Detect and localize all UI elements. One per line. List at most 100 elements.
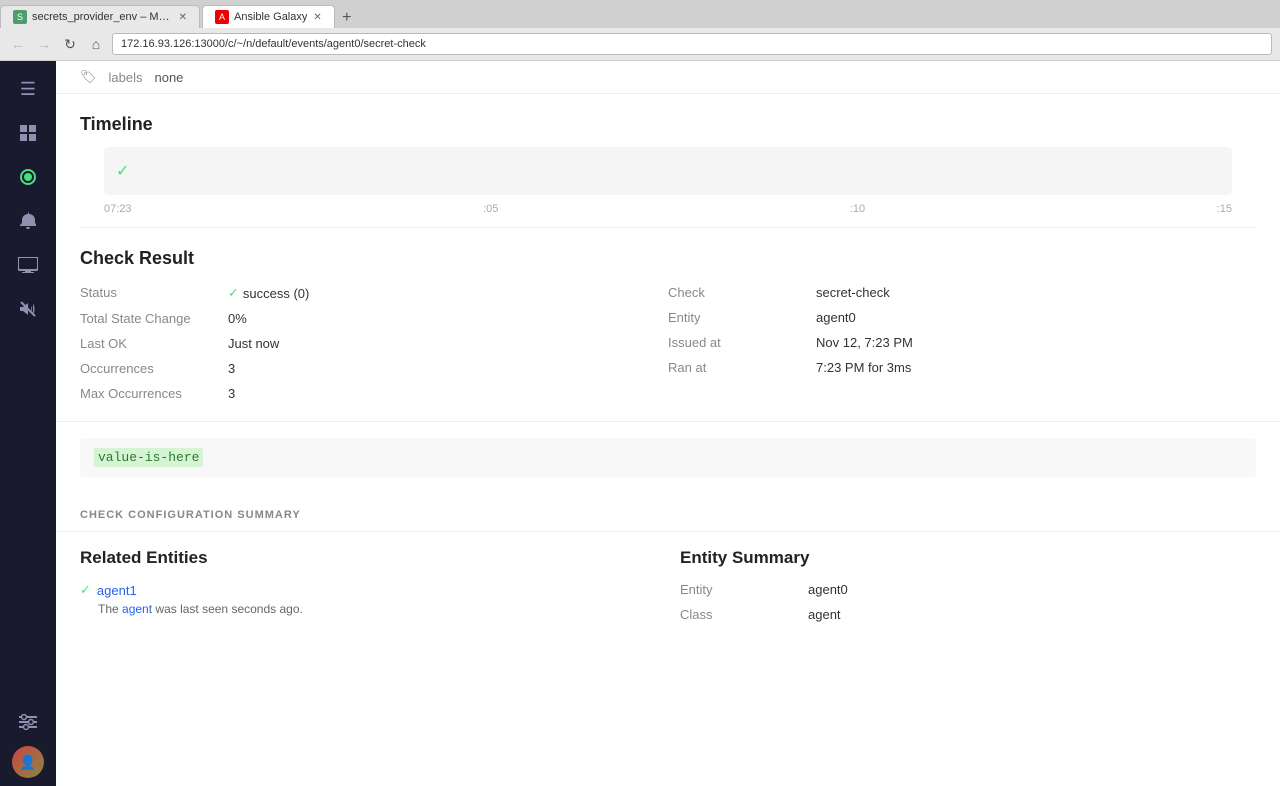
sensu-favicon: S xyxy=(13,10,27,24)
state-change-label: Total State Change xyxy=(80,311,220,326)
timeline-section: Timeline ✓ 07:23 :05 :10 :15 xyxy=(56,94,1280,228)
result-right-col: Check secret-check Entity agent0 Issued … xyxy=(668,285,1256,401)
entity-row: Entity agent0 xyxy=(668,310,1256,325)
entity-desc-prefix: The xyxy=(98,602,119,616)
check-value: secret-check xyxy=(816,285,890,300)
status-icon: ✓ xyxy=(228,285,239,301)
sidebar: ☰ 👤 xyxy=(0,61,56,786)
back-button[interactable]: ← xyxy=(8,34,28,54)
tick-row: 07:23 :05 :10 :15 xyxy=(104,199,1232,215)
monitor-icon[interactable] xyxy=(8,245,48,285)
sliders-icon[interactable] xyxy=(8,702,48,742)
home-button[interactable]: ⌂ xyxy=(86,34,106,54)
mute-icon[interactable] xyxy=(8,289,48,329)
menu-icon[interactable]: ☰ xyxy=(8,69,48,109)
status-value: ✓ success (0) xyxy=(228,285,309,301)
tab-sensu-close[interactable]: ✕ xyxy=(179,12,187,23)
labels-icon: 🏷 xyxy=(80,69,97,85)
issued-at-value: Nov 12, 7:23 PM xyxy=(816,335,913,350)
status-row: Status ✓ success (0) xyxy=(80,285,668,301)
tick-10: :10 xyxy=(850,203,865,215)
bottom-panels: Related Entities ✓ agent1 The agent was … xyxy=(56,532,1280,648)
occurrences-label: Occurrences xyxy=(80,361,220,376)
entity-summary-entity-value: agent0 xyxy=(808,582,848,597)
occurrences-row: Occurrences 3 xyxy=(80,361,668,376)
bell-icon[interactable] xyxy=(8,201,48,241)
entity-summary-class-label: Class xyxy=(680,607,800,622)
tick-05: :05 xyxy=(483,203,498,215)
occurrences-value: 3 xyxy=(228,361,235,376)
entity-description: The agent was last seen seconds ago. xyxy=(80,602,656,616)
tab-ansible[interactable]: A Ansible Galaxy ✕ xyxy=(202,5,335,28)
state-change-value: 0% xyxy=(228,311,247,326)
check-label: Check xyxy=(668,285,808,300)
output-box: value-is-here xyxy=(80,438,1256,477)
entity-summary-title: Entity Summary xyxy=(680,548,1256,568)
labels-value: none xyxy=(154,70,183,85)
last-ok-label: Last OK xyxy=(80,336,220,351)
main-content: 🏷 labels none Timeline ✓ 07:23 :05 :10 :… xyxy=(56,61,1280,786)
entity-summary-entity-label: Entity xyxy=(680,582,800,597)
entity-check-icon: ✓ xyxy=(80,582,91,598)
tab-ansible-close[interactable]: ✕ xyxy=(313,12,321,23)
related-entities-panel: Related Entities ✓ agent1 The agent was … xyxy=(80,532,656,648)
tab-sensu[interactable]: S secrets_provider_env – Manage Se... ✕ xyxy=(0,5,200,28)
check-result-title: Check Result xyxy=(80,248,1256,269)
labels-bar: 🏷 labels none xyxy=(56,61,1280,94)
entity-summary-entity-row: Entity agent0 xyxy=(680,582,1256,597)
state-change-row: Total State Change 0% xyxy=(80,311,668,326)
timeline-ticks: 07:23 :05 :10 :15 xyxy=(80,195,1256,228)
result-grid: Status ✓ success (0) Total State Change … xyxy=(80,285,1256,401)
entity-summary-class-value: agent xyxy=(808,607,841,622)
ansible-favicon: A xyxy=(215,10,229,24)
browser-tabs: S secrets_provider_env – Manage Se... ✕ … xyxy=(0,0,1280,28)
user-avatar[interactable]: 👤 xyxy=(12,746,44,778)
entity-label: Entity xyxy=(668,310,808,325)
max-occurrences-label: Max Occurrences xyxy=(80,386,220,401)
issued-at-row: Issued at Nov 12, 7:23 PM xyxy=(668,335,1256,350)
timeline-bar: ✓ xyxy=(104,147,1232,195)
entity-agent1[interactable]: agent1 xyxy=(97,583,137,598)
last-ok-row: Last OK Just now xyxy=(80,336,668,351)
address-bar[interactable] xyxy=(112,33,1272,55)
app-layout: ☰ 👤 🏷 labels none Timeline xyxy=(0,61,1280,786)
entity-name: ✓ agent1 xyxy=(80,582,656,598)
browser-chrome: S secrets_provider_env – Manage Se... ✕ … xyxy=(0,0,1280,61)
timeline-wrapper: ✓ xyxy=(80,147,1256,195)
dashboard-icon[interactable] xyxy=(8,113,48,153)
ran-at-row: Ran at 7:23 PM for 3ms xyxy=(668,360,1256,375)
reload-button[interactable]: ↻ xyxy=(60,34,80,54)
check-row: Check secret-check xyxy=(668,285,1256,300)
tick-0723: 07:23 xyxy=(104,203,132,215)
entity-value: agent0 xyxy=(816,310,856,325)
entity-desc-time: seconds ago. xyxy=(231,602,302,616)
tab-ansible-label: Ansible Galaxy xyxy=(234,11,307,23)
circle-icon[interactable] xyxy=(8,157,48,197)
tick-15: :15 xyxy=(1217,203,1232,215)
max-occurrences-value: 3 xyxy=(228,386,235,401)
last-ok-value: Just now xyxy=(228,336,279,351)
tab-sensu-label: secrets_provider_env – Manage Se... xyxy=(32,11,173,23)
labels-key: labels xyxy=(109,70,143,85)
forward-button[interactable]: → xyxy=(34,34,54,54)
ran-at-value: 7:23 PM for 3ms xyxy=(816,360,911,375)
entity-desc-keyword: agent xyxy=(122,602,152,616)
config-summary-title: CHECK CONFIGURATION SUMMARY xyxy=(80,509,301,521)
entity-desc-suffix: was last seen xyxy=(155,602,228,616)
entity-summary-class-row: Class agent xyxy=(680,607,1256,622)
config-summary: CHECK CONFIGURATION SUMMARY xyxy=(56,493,1280,531)
timeline-title: Timeline xyxy=(80,114,1256,135)
new-tab-button[interactable]: + xyxy=(337,8,357,28)
check-result-section: Check Result Status ✓ success (0) Total … xyxy=(56,228,1280,422)
entity-summary-panel: Entity Summary Entity agent0 Class agent xyxy=(680,532,1256,648)
entity-item-agent1: ✓ agent1 The agent was last seen seconds… xyxy=(80,582,656,616)
output-text: value-is-here xyxy=(94,448,203,467)
issued-at-label: Issued at xyxy=(668,335,808,350)
status-label: Status xyxy=(80,285,220,300)
browser-toolbar: ← → ↻ ⌂ xyxy=(0,28,1280,60)
timeline-check-icon: ✓ xyxy=(116,161,129,181)
related-entities-title: Related Entities xyxy=(80,548,656,568)
ran-at-label: Ran at xyxy=(668,360,808,375)
max-occurrences-row: Max Occurrences 3 xyxy=(80,386,668,401)
result-left-col: Status ✓ success (0) Total State Change … xyxy=(80,285,668,401)
